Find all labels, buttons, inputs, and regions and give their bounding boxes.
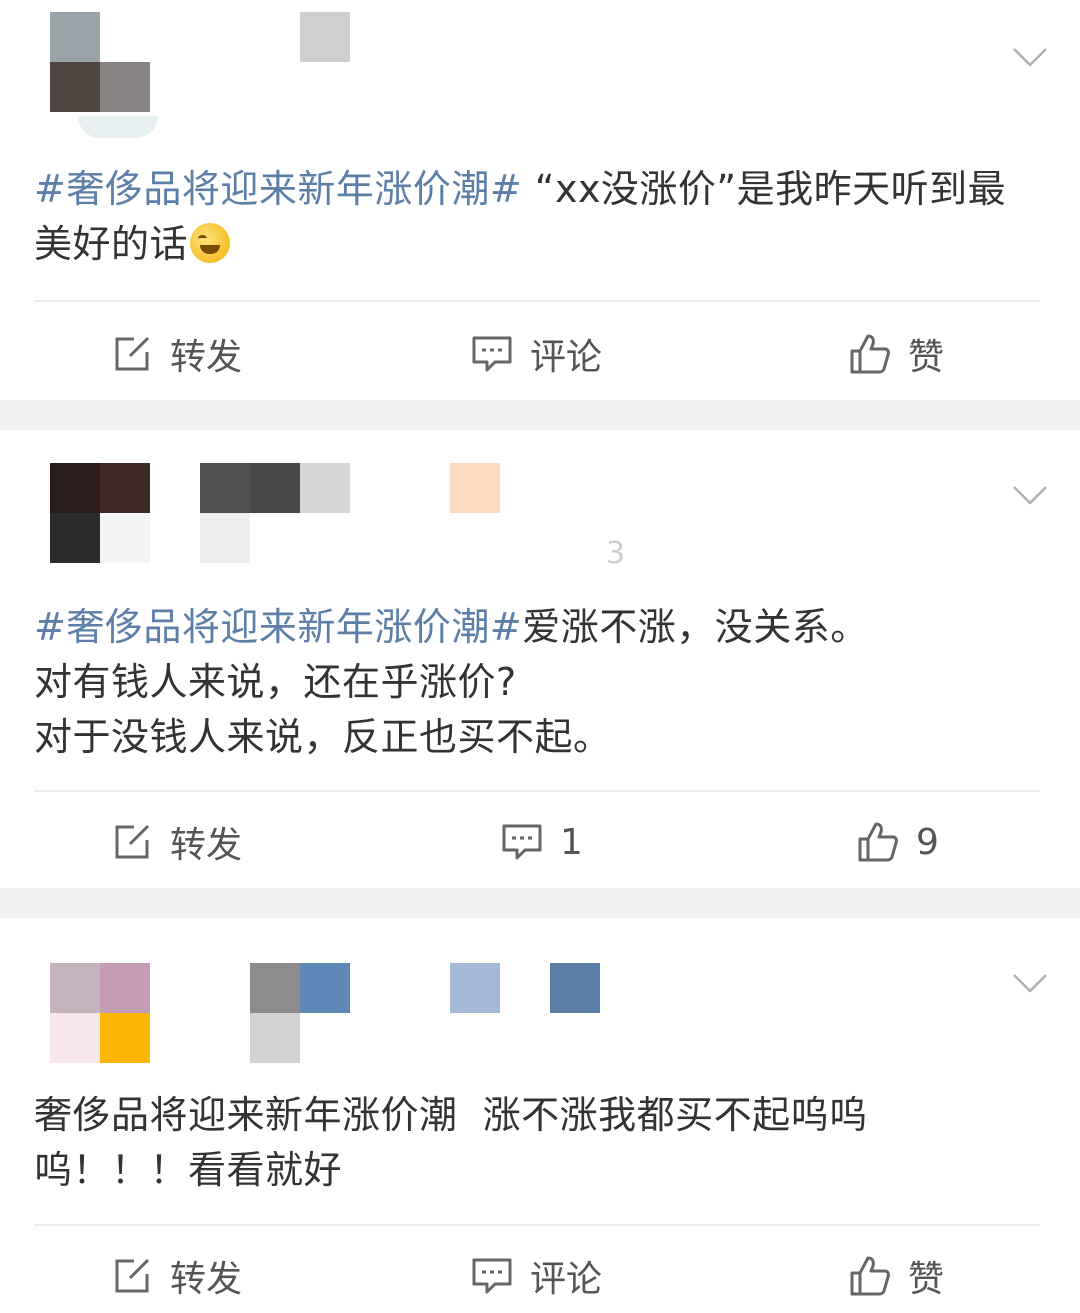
post-body: #奢侈品将迎来新年涨价潮#爱涨不涨，没关系。 对有钱人来说，还在乎涨价? 对于没… <box>34 600 1040 765</box>
post-card: 奢侈品将迎来新年涨价潮 涨不涨我都买不起呜呜 呜！！！看看就好 转发 评论 赞 <box>0 918 1080 1313</box>
repost-label: 转发 <box>170 1259 243 1300</box>
repost-icon <box>110 332 154 376</box>
topic-link[interactable]: #奢侈品将迎来新年涨价潮# <box>34 605 522 649</box>
username-fragment: 3 <box>606 536 626 571</box>
like-icon <box>856 820 900 864</box>
avatar[interactable] <box>50 12 158 138</box>
like-label: 赞 <box>908 1259 945 1300</box>
post-line: 奢侈品将迎来新年涨价潮 涨不涨我都买不起呜呜 <box>34 1088 1040 1143</box>
username[interactable] <box>300 12 350 62</box>
avatar[interactable] <box>50 463 150 563</box>
post-line: 对于没钱人来说，反正也买不起。 <box>34 710 1040 765</box>
repost-icon <box>110 1254 154 1298</box>
post-separator <box>0 400 1080 430</box>
badge <box>550 963 600 1013</box>
badge <box>450 463 500 513</box>
post-body: 奢侈品将迎来新年涨价潮 涨不涨我都买不起呜呜 呜！！！看看就好 <box>34 1088 1040 1198</box>
post-card: #奢侈品将迎来新年涨价潮# “xx没涨价”是我昨天听到最 美好的话 转发 评论 … <box>0 0 1080 400</box>
comment-button[interactable]: 评论 <box>470 326 602 382</box>
post-line: 美好的话 <box>34 217 1040 272</box>
repost-icon <box>110 820 154 864</box>
post-text: “xx没涨价”是我昨天听到最 <box>522 167 1007 211</box>
topic-link[interactable]: #奢侈品将迎来新年涨价潮# <box>34 167 522 211</box>
repost-button[interactable]: 转发 <box>110 326 242 382</box>
like-icon <box>848 332 892 376</box>
post-body: #奢侈品将迎来新年涨价潮# “xx没涨价”是我昨天听到最 美好的话 <box>34 162 1040 272</box>
like-button[interactable]: 赞 <box>848 1248 944 1304</box>
repost-label: 转发 <box>170 825 243 866</box>
repost-button[interactable]: 转发 <box>110 814 242 870</box>
comment-button[interactable]: 评论 <box>470 1248 602 1304</box>
username[interactable] <box>200 463 350 563</box>
chevron-down-icon[interactable] <box>1012 484 1048 506</box>
comment-count: 1 <box>560 821 583 863</box>
divider <box>34 300 1040 302</box>
post-line: #奢侈品将迎来新年涨价潮# “xx没涨价”是我昨天听到最 <box>34 162 1040 217</box>
post-card: 3 #奢侈品将迎来新年涨价潮#爱涨不涨，没关系。 对有钱人来说，还在乎涨价? 对… <box>0 430 1080 888</box>
badge <box>450 963 500 1013</box>
like-count: 9 <box>916 821 939 863</box>
comment-icon <box>470 332 514 376</box>
divider <box>34 790 1040 792</box>
chevron-down-icon[interactable] <box>1012 972 1048 994</box>
post-text: 对于没钱人来说，反正也买不起。 <box>34 715 612 759</box>
divider <box>34 1224 1040 1226</box>
post-text: 奢侈品将迎来新年涨价潮 涨不涨我都买不起呜呜 <box>34 1093 868 1137</box>
like-icon <box>848 1254 892 1298</box>
comment-icon <box>470 1254 514 1298</box>
avatar[interactable] <box>50 963 150 1063</box>
like-label: 赞 <box>908 337 945 378</box>
post-line: #奢侈品将迎来新年涨价潮#爱涨不涨，没关系。 <box>34 600 1040 655</box>
post-line: 对有钱人来说，还在乎涨价? <box>34 655 1040 710</box>
post-text: 爱涨不涨，没关系。 <box>522 605 869 649</box>
like-button[interactable]: 9 <box>856 814 939 870</box>
chevron-down-icon[interactable] <box>1012 46 1048 68</box>
post-text: 美好的话 <box>34 222 189 266</box>
comment-label: 评论 <box>530 337 603 378</box>
username[interactable] <box>250 963 350 1063</box>
post-text: 呜！！！看看就好 <box>34 1148 343 1192</box>
post-text: 对有钱人来说，还在乎涨价? <box>34 660 517 704</box>
laughing-tears-emoji-icon <box>190 223 231 263</box>
comment-button[interactable]: 1 <box>500 814 583 870</box>
repost-button[interactable]: 转发 <box>110 1248 242 1304</box>
comment-icon <box>500 820 544 864</box>
post-separator <box>0 888 1080 918</box>
like-button[interactable]: 赞 <box>848 326 944 382</box>
comment-label: 评论 <box>530 1259 603 1300</box>
post-line: 呜！！！看看就好 <box>34 1143 1040 1198</box>
repost-label: 转发 <box>170 337 243 378</box>
